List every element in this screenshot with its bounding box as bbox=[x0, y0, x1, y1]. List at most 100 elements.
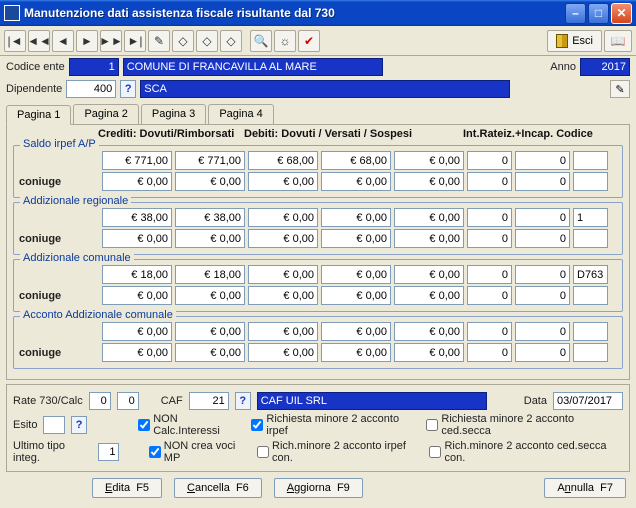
addreg-r2-f[interactable]: 0 bbox=[467, 229, 512, 248]
maximize-button[interactable]: □ bbox=[588, 3, 609, 24]
addcom-r2-d[interactable]: € 0,00 bbox=[321, 286, 391, 305]
codice-ente-value[interactable]: 1 bbox=[69, 58, 119, 76]
addreg-r1-h[interactable]: 1 bbox=[573, 208, 608, 227]
check-icon[interactable]: ✔ bbox=[298, 30, 320, 52]
tab-pagina-3[interactable]: Pagina 3 bbox=[141, 104, 206, 124]
cancella-button[interactable]: Cancella F6 bbox=[174, 478, 262, 498]
esito-value[interactable] bbox=[43, 416, 65, 434]
acconto-r1-b[interactable]: € 0,00 bbox=[175, 322, 245, 341]
acconto-r1-f[interactable]: 0 bbox=[467, 322, 512, 341]
close-button[interactable]: ✕ bbox=[611, 3, 632, 24]
ck-rich-min-irpef-con[interactable]: Rich.minore 2 acconto irpef con. bbox=[257, 440, 423, 464]
annulla-button[interactable]: Annulla F7 bbox=[544, 478, 626, 498]
nav-forward-icon[interactable]: ► bbox=[76, 30, 98, 52]
search-icon[interactable]: 🔍 bbox=[250, 30, 272, 52]
addcom-r2-b[interactable]: € 0,00 bbox=[175, 286, 245, 305]
acconto-r2-d[interactable]: € 0,00 bbox=[321, 343, 391, 362]
edit-icon[interactable]: ✎ bbox=[148, 30, 170, 52]
acconto-r2-f[interactable]: 0 bbox=[467, 343, 512, 362]
undo-icon[interactable]: ◇ bbox=[220, 30, 242, 52]
addreg-r2-c[interactable]: € 0,00 bbox=[248, 229, 318, 248]
saldo-r1-e[interactable]: € 0,00 bbox=[394, 151, 464, 170]
ck-rich-min-ced-con[interactable]: Rich.minore 2 acconto ced.secca con. bbox=[429, 440, 623, 464]
saldo-r2-e[interactable]: € 0,00 bbox=[394, 172, 464, 191]
saldo-r2-h[interactable] bbox=[573, 172, 608, 191]
ultimo-value[interactable]: 1 bbox=[98, 443, 119, 461]
caf-lookup-icon[interactable]: ? bbox=[235, 392, 251, 410]
addreg-r1-b[interactable]: € 38,00 bbox=[175, 208, 245, 227]
help-book-icon[interactable]: 📖 bbox=[604, 30, 632, 52]
tab-pagina-1[interactable]: Pagina 1 bbox=[6, 105, 71, 125]
ck-non-calc-interessi[interactable]: NON Calc.Interessi bbox=[138, 413, 245, 437]
addcom-r1-e[interactable]: € 0,00 bbox=[394, 265, 464, 284]
acconto-r2-g[interactable]: 0 bbox=[515, 343, 570, 362]
nav-fast-forward-icon[interactable]: ►► bbox=[100, 30, 122, 52]
addcom-r1-h[interactable]: D763 bbox=[573, 265, 608, 284]
addcom-r2-h[interactable] bbox=[573, 286, 608, 305]
saldo-r1-c[interactable]: € 68,00 bbox=[248, 151, 318, 170]
addreg-r2-h[interactable] bbox=[573, 229, 608, 248]
nav-fast-back-icon[interactable]: ◄◄ bbox=[28, 30, 50, 52]
dipendente-value[interactable]: 400 bbox=[66, 80, 116, 98]
addreg-r2-g[interactable]: 0 bbox=[515, 229, 570, 248]
addreg-r1-g[interactable]: 0 bbox=[515, 208, 570, 227]
ck-non-crea-voci[interactable]: NON crea voci MP bbox=[149, 440, 251, 464]
addreg-r1-c[interactable]: € 0,00 bbox=[248, 208, 318, 227]
edita-button[interactable]: EEdita F5dita F5 bbox=[92, 478, 162, 498]
saldo-r2-g[interactable]: 0 bbox=[515, 172, 570, 191]
acconto-r2-h[interactable] bbox=[573, 343, 608, 362]
dipendente-lookup-icon[interactable]: ? bbox=[120, 80, 136, 98]
saldo-r2-a[interactable]: € 0,00 bbox=[102, 172, 172, 191]
saldo-r2-c[interactable]: € 0,00 bbox=[248, 172, 318, 191]
addcom-r2-c[interactable]: € 0,00 bbox=[248, 286, 318, 305]
saldo-r1-b[interactable]: € 771,00 bbox=[175, 151, 245, 170]
addreg-r1-d[interactable]: € 0,00 bbox=[321, 208, 391, 227]
saldo-r2-f[interactable]: 0 bbox=[467, 172, 512, 191]
data-value[interactable]: 03/07/2017 bbox=[553, 392, 623, 410]
acconto-r1-a[interactable]: € 0,00 bbox=[102, 322, 172, 341]
saldo-r1-g[interactable]: 0 bbox=[515, 151, 570, 170]
saldo-r2-d[interactable]: € 0,00 bbox=[321, 172, 391, 191]
acconto-r2-b[interactable]: € 0,00 bbox=[175, 343, 245, 362]
ck-rich-min-ced[interactable]: Richiesta minore 2 acconto ced.secca bbox=[426, 413, 623, 437]
addcom-r1-d[interactable]: € 0,00 bbox=[321, 265, 391, 284]
addreg-r2-e[interactable]: € 0,00 bbox=[394, 229, 464, 248]
acconto-r1-e[interactable]: € 0,00 bbox=[394, 322, 464, 341]
addcom-r1-f[interactable]: 0 bbox=[467, 265, 512, 284]
addcom-r1-c[interactable]: € 0,00 bbox=[248, 265, 318, 284]
acconto-r2-e[interactable]: € 0,00 bbox=[394, 343, 464, 362]
addreg-r1-f[interactable]: 0 bbox=[467, 208, 512, 227]
addreg-r1-a[interactable]: € 38,00 bbox=[102, 208, 172, 227]
minimize-button[interactable]: – bbox=[565, 3, 586, 24]
saldo-r1-f[interactable]: 0 bbox=[467, 151, 512, 170]
addreg-r2-a[interactable]: € 0,00 bbox=[102, 229, 172, 248]
addcom-r2-f[interactable]: 0 bbox=[467, 286, 512, 305]
addreg-r2-d[interactable]: € 0,00 bbox=[321, 229, 391, 248]
addcom-r1-g[interactable]: 0 bbox=[515, 265, 570, 284]
addcom-r2-g[interactable]: 0 bbox=[515, 286, 570, 305]
nav-back-icon[interactable]: ◄ bbox=[52, 30, 74, 52]
rate-b[interactable]: 0 bbox=[117, 392, 139, 410]
delete-icon[interactable]: ◇ bbox=[196, 30, 218, 52]
addreg-r2-b[interactable]: € 0,00 bbox=[175, 229, 245, 248]
esito-lookup-icon[interactable]: ? bbox=[71, 416, 87, 434]
tab-pagina-2[interactable]: Pagina 2 bbox=[73, 104, 138, 124]
saldo-r1-h[interactable] bbox=[573, 151, 608, 170]
anno-value[interactable]: 2017 bbox=[580, 58, 630, 76]
save-icon[interactable]: ◇ bbox=[172, 30, 194, 52]
saldo-r2-b[interactable]: € 0,00 bbox=[175, 172, 245, 191]
dipendente-edit-icon[interactable]: ✎ bbox=[610, 80, 630, 98]
acconto-r1-h[interactable] bbox=[573, 322, 608, 341]
exit-button[interactable]: Esci bbox=[547, 30, 602, 52]
rate-a[interactable]: 0 bbox=[89, 392, 111, 410]
saldo-r1-a[interactable]: € 771,00 bbox=[102, 151, 172, 170]
sun-icon[interactable]: ☼ bbox=[274, 30, 296, 52]
acconto-r2-c[interactable]: € 0,00 bbox=[248, 343, 318, 362]
acconto-r1-d[interactable]: € 0,00 bbox=[321, 322, 391, 341]
addcom-r1-a[interactable]: € 18,00 bbox=[102, 265, 172, 284]
nav-last-icon[interactable]: ►| bbox=[124, 30, 146, 52]
caf-value[interactable]: 21 bbox=[189, 392, 229, 410]
addcom-r2-a[interactable]: € 0,00 bbox=[102, 286, 172, 305]
aggiorna-button[interactable]: Aggiorna F9 bbox=[274, 478, 363, 498]
nav-first-icon[interactable]: |◄ bbox=[4, 30, 26, 52]
